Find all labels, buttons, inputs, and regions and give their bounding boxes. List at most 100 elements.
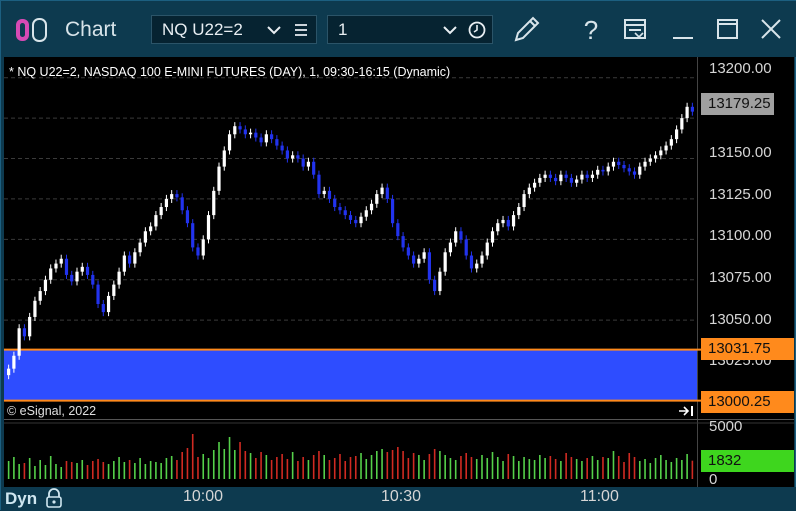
candle-body bbox=[406, 247, 410, 256]
volume-bar bbox=[244, 451, 247, 479]
volume-bar bbox=[102, 462, 105, 479]
volume-bar bbox=[291, 452, 294, 479]
candle-body bbox=[143, 231, 147, 243]
candle-body bbox=[464, 239, 468, 256]
candle-body bbox=[548, 174, 552, 178]
volume-bar bbox=[60, 467, 63, 479]
volume-bar bbox=[155, 462, 157, 479]
volume-bar bbox=[55, 464, 57, 479]
interval-selector[interactable]: 1 bbox=[327, 15, 493, 44]
candle-body bbox=[106, 295, 111, 313]
volume-bar bbox=[113, 461, 115, 479]
candle-body bbox=[496, 223, 500, 232]
volume-bar bbox=[670, 462, 673, 479]
volume-bar bbox=[191, 434, 194, 479]
volume-bar bbox=[107, 464, 110, 479]
help-icon[interactable]: ? bbox=[573, 11, 609, 47]
volume-bar bbox=[176, 460, 178, 479]
volume-bar bbox=[460, 456, 462, 479]
volume-bar bbox=[118, 457, 120, 479]
candle-body bbox=[149, 226, 153, 232]
copyright-text: © eSignal, 2022 bbox=[7, 404, 97, 418]
volume-bar bbox=[202, 454, 205, 479]
candle-body bbox=[532, 182, 537, 188]
chart-plot[interactable] bbox=[4, 57, 794, 487]
candle-body bbox=[606, 166, 610, 172]
price-label: 13200.00 bbox=[709, 60, 772, 77]
volume-bar bbox=[391, 450, 394, 479]
minimize-icon[interactable] bbox=[665, 11, 701, 47]
volume-bar bbox=[170, 456, 173, 479]
candle-body bbox=[375, 194, 379, 204]
candle-body bbox=[217, 166, 221, 191]
pencil-draw-icon[interactable] bbox=[509, 11, 545, 47]
volume-bar bbox=[586, 458, 588, 479]
volume-bar bbox=[312, 455, 315, 479]
volume-bar bbox=[375, 451, 378, 479]
candle-body bbox=[175, 194, 179, 198]
candle-body bbox=[475, 263, 479, 269]
close-icon[interactable] bbox=[753, 11, 789, 47]
volume-bar bbox=[654, 458, 657, 479]
volume-bar bbox=[128, 460, 131, 479]
volume-bar bbox=[197, 457, 199, 479]
candle-body bbox=[632, 171, 637, 175]
volume-bar bbox=[644, 459, 646, 479]
volume-bar bbox=[207, 458, 210, 479]
candle-body bbox=[659, 150, 663, 156]
chevron-down-icon[interactable] bbox=[440, 16, 460, 44]
candle-body bbox=[569, 177, 574, 183]
candle-body bbox=[127, 255, 132, 264]
candle-body bbox=[653, 155, 658, 159]
candle-body bbox=[64, 258, 69, 275]
volume-bar bbox=[265, 455, 268, 479]
volume-bar bbox=[160, 463, 162, 479]
band-low-tag: 13000.25 bbox=[701, 391, 794, 413]
volume-bar bbox=[49, 456, 52, 479]
candle-body bbox=[49, 268, 53, 280]
chart-area[interactable] bbox=[4, 57, 794, 487]
candle-body bbox=[17, 328, 21, 356]
symbol-selector[interactable]: NQ U22=2 bbox=[151, 15, 317, 44]
chart-header: * NQ U22=2, NASDAQ 100 E-MINI FUTURES (D… bbox=[9, 65, 451, 79]
price-label: 13125.00 bbox=[709, 186, 772, 203]
volume-bar bbox=[318, 451, 320, 479]
candle-body bbox=[296, 155, 300, 159]
maximize-icon[interactable] bbox=[709, 11, 745, 47]
volume-bar bbox=[81, 460, 84, 479]
volume-bar bbox=[276, 457, 278, 479]
clock-icon[interactable] bbox=[466, 16, 490, 44]
volume-bar bbox=[333, 458, 336, 479]
svg-text:?: ? bbox=[584, 15, 598, 45]
candle-body bbox=[469, 255, 474, 269]
volume-bar bbox=[633, 457, 636, 479]
lock-icon[interactable] bbox=[44, 487, 64, 509]
candle-body bbox=[506, 219, 510, 227]
volume-bar bbox=[428, 454, 431, 479]
volume-bar bbox=[496, 457, 499, 479]
candle-body bbox=[191, 223, 195, 248]
list-menu-icon[interactable] bbox=[292, 16, 312, 44]
template-icon[interactable] bbox=[617, 11, 653, 47]
candle-body bbox=[270, 134, 274, 140]
volume-bar bbox=[97, 459, 99, 479]
volume-bar bbox=[412, 453, 415, 479]
candle-body bbox=[511, 215, 516, 227]
volume-bar bbox=[433, 449, 436, 479]
candle-body bbox=[459, 231, 463, 240]
candle-body bbox=[170, 194, 174, 199]
candle-body bbox=[522, 194, 526, 208]
scroll-to-end-icon[interactable] bbox=[677, 404, 697, 418]
candle-body bbox=[596, 169, 600, 175]
volume-bar bbox=[281, 454, 283, 479]
candle-body bbox=[627, 168, 631, 172]
chevron-down-icon[interactable] bbox=[264, 16, 284, 44]
volume-bar bbox=[223, 449, 226, 479]
window-title: Chart bbox=[65, 18, 117, 41]
candle-body bbox=[364, 210, 368, 217]
candle-body bbox=[306, 161, 311, 167]
candle-body bbox=[685, 106, 689, 119]
volume-bar bbox=[186, 448, 189, 479]
volume-bar bbox=[665, 460, 667, 479]
title-bar: Chart NQ U22=2 1 ? bbox=[1, 1, 796, 57]
